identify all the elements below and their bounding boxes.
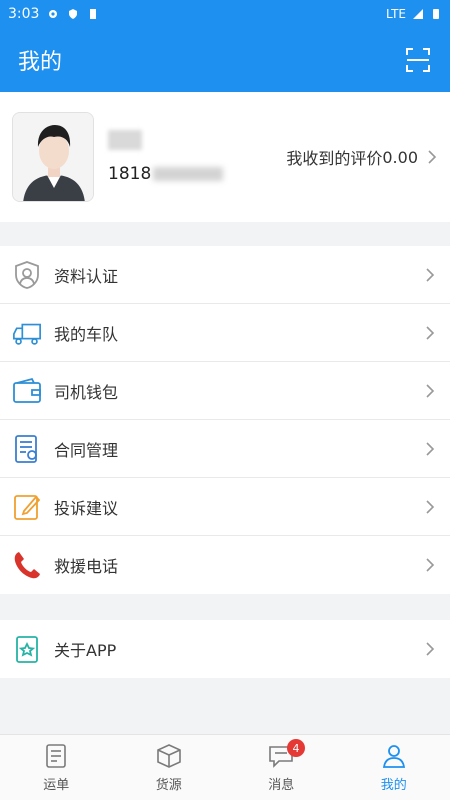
edit-icon: [12, 492, 42, 522]
phone-blur: [153, 167, 224, 182]
menu-item-rescue-phone[interactable]: 救援电话: [0, 536, 450, 594]
wallet-icon: [12, 376, 42, 406]
user-name: [108, 130, 223, 151]
contract-icon: [12, 434, 42, 464]
truck-icon: [12, 318, 42, 348]
chevron-right-icon: [426, 325, 435, 340]
profile-card[interactable]: 1818 我收到的评价 0.00: [0, 92, 450, 222]
profile-info: 1818: [108, 130, 224, 184]
user-phone: 1818: [108, 164, 224, 184]
chevron-right-icon: [426, 558, 435, 572]
page-title: 我的: [18, 50, 63, 75]
chevron-right-icon: [426, 642, 435, 656]
status-bar: 3:03 LTE: [0, 0, 450, 28]
menu-item-verification[interactable]: 资料认证: [0, 246, 450, 304]
tab-messages[interactable]: 4 消息: [225, 735, 338, 800]
sdcard-icon: [90, 9, 97, 19]
user-avatar-icon: [13, 113, 93, 201]
chevron-right-icon: [426, 499, 435, 514]
tab-label: 我的: [380, 778, 407, 793]
menu-list: 资料认证 我的车队 司机钱包 合同管理 投诉建议 救援电话: [0, 246, 450, 594]
menu-item-complaint[interactable]: 投诉建议: [0, 478, 450, 536]
chevron-right-icon: [426, 441, 435, 456]
avatar[interactable]: [12, 112, 94, 202]
phone-icon: [12, 550, 42, 580]
menu-label: 资料认证: [54, 266, 119, 286]
rating-link[interactable]: 我收到的评价 0.00: [286, 145, 438, 169]
menu-label: 合同管理: [54, 440, 119, 460]
menu-label: 司机钱包: [54, 382, 119, 402]
signal-icon: [413, 9, 423, 19]
menu-item-fleet[interactable]: 我的车队: [0, 304, 450, 362]
menu-label: 我的车队: [54, 324, 119, 344]
rating-value: 0.00: [382, 147, 418, 167]
chevron-right-icon: [426, 267, 435, 282]
bottom-tab-bar: 运单 货源 4 消息 我的: [0, 734, 450, 800]
chevron-right-icon: [428, 150, 437, 164]
scan-icon[interactable]: [404, 46, 432, 74]
shield-icon: [69, 9, 78, 19]
name-blur: [108, 130, 142, 151]
network-type: LTE: [386, 7, 406, 21]
menu-label: 关于APP: [54, 641, 117, 660]
rating-label: 我收到的评价: [286, 149, 383, 168]
document-icon: [46, 744, 67, 768]
tab-label: 货源: [155, 778, 182, 793]
menu-label: 投诉建议: [54, 498, 119, 518]
app-info-icon: [12, 634, 42, 664]
menu-item-wallet[interactable]: 司机钱包: [0, 362, 450, 420]
tab-mine[interactable]: 我的: [338, 735, 450, 800]
app-header: 我的: [0, 28, 450, 92]
chevron-right-icon: [426, 383, 435, 398]
menu-label: 救援电话: [54, 557, 119, 576]
status-time: 3:03: [8, 6, 40, 22]
tab-cargo[interactable]: 货源: [113, 735, 226, 800]
box-icon: [156, 744, 181, 768]
settings-icon: [49, 10, 58, 18]
about-list: 关于APP: [0, 620, 450, 678]
battery-icon: [433, 9, 439, 19]
unread-badge: 4: [287, 739, 305, 757]
person-icon: [382, 745, 405, 768]
menu-item-about-app[interactable]: 关于APP: [0, 620, 450, 678]
id-verify-icon: [12, 260, 42, 290]
menu-item-contract[interactable]: 合同管理: [0, 420, 450, 478]
tab-waybill[interactable]: 运单: [0, 735, 113, 800]
tab-label: 消息: [268, 778, 295, 793]
tab-label: 运单: [43, 778, 70, 793]
